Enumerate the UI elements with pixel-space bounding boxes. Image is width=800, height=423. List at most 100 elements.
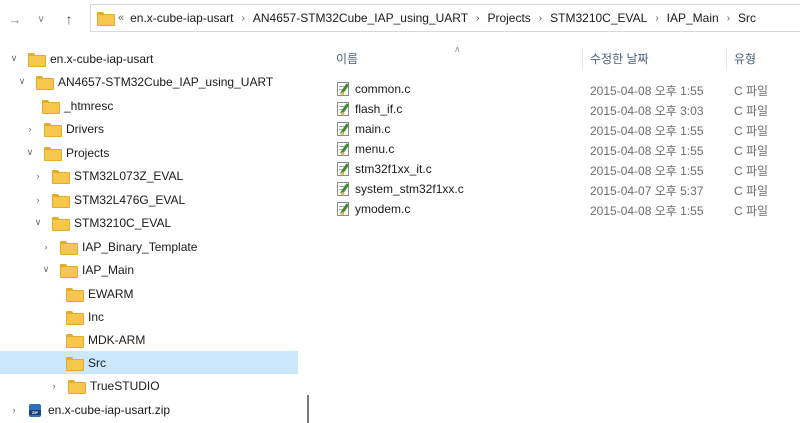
breadcrumb-item[interactable]: Projects (487, 11, 530, 25)
tree-item[interactable]: ∨ Projects (24, 141, 109, 164)
tree-item[interactable]: ∨ IAP_Main (40, 258, 134, 281)
tree-item[interactable]: › Drivers (24, 117, 104, 140)
breadcrumb-item[interactable]: Src (738, 11, 756, 25)
file-date: 2015-04-08 오후 3:03 (590, 104, 704, 118)
c-file-icon (336, 81, 350, 97)
tree-item-label: en.x-cube-iap-usart (50, 51, 154, 66)
column-header-type[interactable]: 유형 (734, 50, 756, 67)
chevron-down-icon[interactable]: ∨ (32, 217, 44, 228)
breadcrumb-item[interactable]: AN4657-STM32Cube_IAP_using_UART (253, 11, 468, 25)
folder-icon (60, 263, 78, 278)
c-file-icon (336, 181, 350, 197)
breadcrumb-item[interactable]: en.x-cube-iap-usart (130, 11, 233, 25)
folder-icon (66, 333, 84, 348)
tree-item[interactable]: EWARM (66, 282, 134, 305)
tree-item-label: MDK-ARM (88, 332, 146, 347)
chevron-right-icon[interactable]: › (539, 13, 542, 24)
file-type: C 파일 (734, 104, 769, 118)
chevron-right-icon[interactable]: › (40, 242, 52, 252)
back-arrow-icon[interactable]: → (4, 8, 26, 30)
c-file-icon (336, 161, 350, 177)
tree-item[interactable]: › ZIP en.x-cube-iap-usart.zip (8, 398, 170, 421)
file-row[interactable]: menu.c 2015-04-08 오후 1:55 C 파일 (324, 139, 800, 159)
chevron-right-icon[interactable]: › (8, 405, 20, 415)
tree-item-label: STM32L073Z_EVAL (74, 168, 184, 183)
file-date: 2015-04-08 오후 1:55 (590, 84, 704, 98)
navigation-tree: ∨ en.x-cube-iap-usart ∨ AN4657-STM32Cube… (0, 44, 300, 423)
chevron-down-icon[interactable]: ∨ (16, 76, 28, 87)
folder-icon (44, 146, 62, 161)
folder-icon (66, 287, 84, 302)
folder-icon (52, 193, 70, 208)
tree-item[interactable]: _htmresc (42, 94, 113, 117)
chevron-right-icon[interactable]: › (476, 13, 479, 24)
chevron-right-icon[interactable]: › (242, 13, 245, 24)
tree-item-label: STM32L476G_EVAL (74, 192, 186, 207)
tree-item-selected[interactable]: Src (0, 351, 298, 374)
tree-item[interactable]: › STM32L073Z_EVAL (32, 164, 183, 187)
chevron-right-icon[interactable]: › (24, 124, 36, 134)
folder-icon (44, 122, 62, 137)
folder-icon (52, 216, 70, 231)
address-bar[interactable]: « en.x-cube-iap-usart › AN4657-STM32Cube… (90, 4, 800, 32)
up-arrow-icon[interactable]: ↑ (58, 8, 80, 30)
tree-item-label: AN4657-STM32Cube_IAP_using_UART (58, 74, 274, 89)
file-date: 2015-04-08 오후 1:55 (590, 204, 704, 218)
tree-item[interactable]: Inc (66, 305, 104, 328)
tree-item-label: Src (88, 355, 106, 370)
tree-item-label: STM3210C_EVAL (74, 215, 172, 230)
chevron-down-icon[interactable]: ∨ (8, 53, 20, 64)
tree-item-label: EWARM (88, 286, 134, 301)
folder-icon (60, 240, 78, 255)
file-type: C 파일 (734, 144, 769, 158)
breadcrumb-item[interactable]: IAP_Main (667, 11, 719, 25)
file-type: C 파일 (734, 164, 769, 178)
chevron-down-icon[interactable]: ∨ (40, 264, 52, 275)
chevron-right-icon[interactable]: › (32, 171, 44, 181)
sort-up-icon: ∧ (454, 44, 461, 54)
tree-item-label: Drivers (66, 121, 104, 136)
folder-icon (42, 99, 60, 114)
folder-icon (68, 379, 86, 394)
tree-item[interactable]: MDK-ARM (66, 328, 145, 351)
column-header-name[interactable]: 이름 (336, 50, 358, 67)
overflow-icon[interactable]: « (118, 12, 124, 24)
file-type: C 파일 (734, 84, 769, 98)
tree-item[interactable]: › STM32L476G_EVAL (32, 188, 185, 211)
chevron-right-icon[interactable]: › (32, 195, 44, 205)
c-file-icon (336, 121, 350, 137)
file-date: 2015-04-08 오후 1:55 (590, 124, 704, 138)
tree-item-label: en.x-cube-iap-usart.zip (48, 402, 171, 417)
column-divider[interactable] (582, 48, 583, 70)
scrollbar-thumb[interactable] (307, 395, 309, 423)
file-name: menu.c (355, 142, 395, 156)
file-row[interactable]: system_stm32f1xx.c 2015-04-07 오후 5:37 C … (324, 179, 800, 199)
chevron-right-icon[interactable]: › (727, 13, 730, 24)
tree-item[interactable]: › TrueSTUDIO (48, 374, 160, 397)
chevron-down-icon[interactable]: ∨ (30, 8, 52, 30)
column-divider[interactable] (726, 48, 727, 70)
file-name: common.c (355, 82, 411, 96)
tree-item-label: Inc (88, 309, 105, 324)
tree-item-label: _htmresc (64, 98, 114, 113)
file-row[interactable]: main.c 2015-04-08 오후 1:55 C 파일 (324, 119, 800, 139)
chevron-right-icon[interactable]: › (655, 13, 658, 24)
file-row[interactable]: ymodem.c 2015-04-08 오후 1:55 C 파일 (324, 199, 800, 219)
tree-item[interactable]: ∨ AN4657-STM32Cube_IAP_using_UART (16, 70, 273, 93)
breadcrumb-item[interactable]: STM3210C_EVAL (550, 11, 647, 25)
tree-item[interactable]: ∨ STM3210C_EVAL (32, 211, 171, 234)
file-row[interactable]: common.c 2015-04-08 오후 1:55 C 파일 (324, 79, 800, 99)
file-row[interactable]: stm32f1xx_it.c 2015-04-08 오후 1:55 C 파일 (324, 159, 800, 179)
chevron-down-icon[interactable]: ∨ (24, 147, 36, 158)
column-header-date[interactable]: 수정한 날짜 (590, 50, 649, 67)
tree-item-label: TrueSTUDIO (90, 378, 160, 393)
file-type: C 파일 (734, 124, 769, 138)
file-row[interactable]: flash_if.c 2015-04-08 오후 3:03 C 파일 (324, 99, 800, 119)
file-date: 2015-04-08 오후 1:55 (590, 144, 704, 158)
chevron-right-icon[interactable]: › (48, 381, 60, 391)
tree-item[interactable]: › IAP_Binary_Template (40, 235, 197, 258)
c-file-icon (336, 201, 350, 217)
c-file-icon (336, 101, 350, 117)
tree-item[interactable]: ∨ en.x-cube-iap-usart (8, 47, 153, 70)
tree-item-label: IAP_Binary_Template (82, 239, 198, 254)
